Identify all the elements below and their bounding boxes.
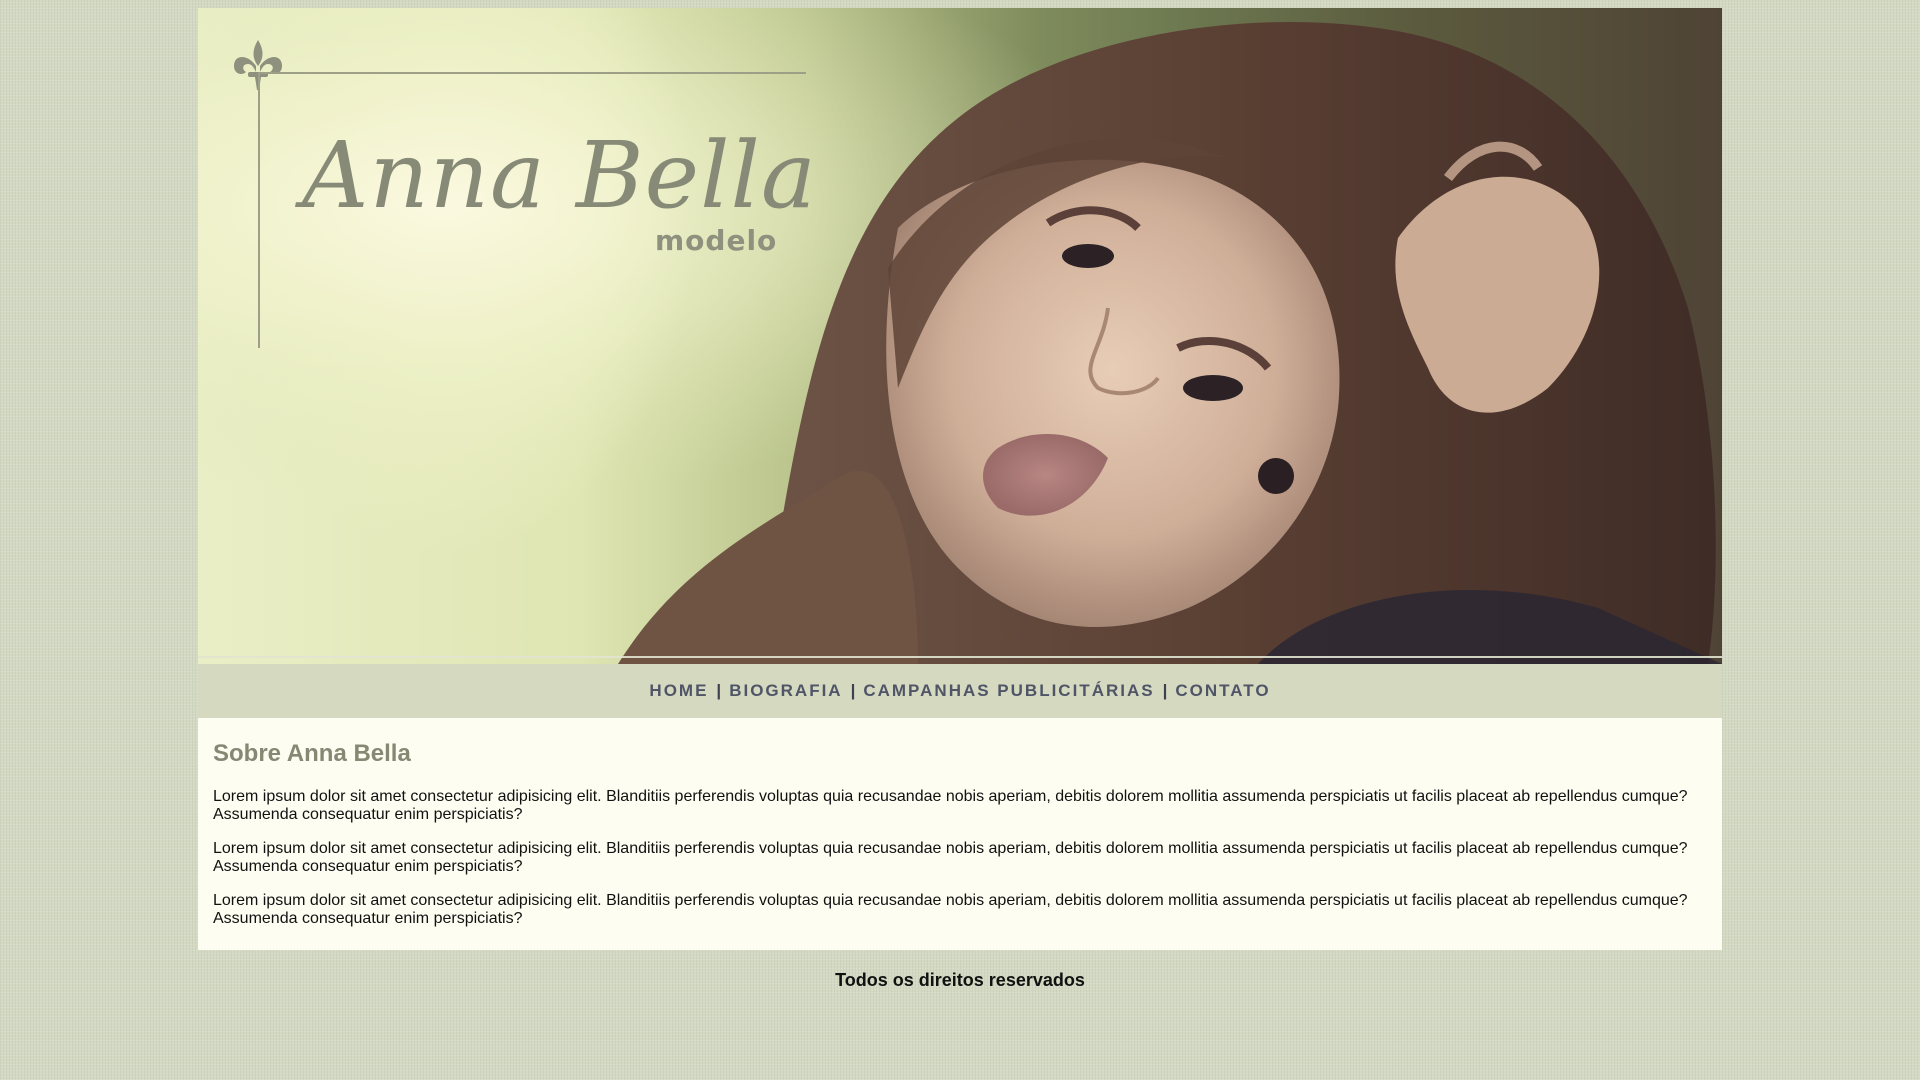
body-paragraph: Lorem ipsum dolor sit amet consectetur a… — [213, 892, 1688, 927]
body-paragraph: Lorem ipsum dolor sit amet consectetur a… — [213, 840, 1688, 875]
banner-divider — [198, 656, 1722, 658]
logo-frame-vertical-line — [258, 72, 260, 348]
nav-separator: | — [1162, 681, 1168, 700]
logo-subtitle: modelo — [655, 224, 778, 257]
main-content: Sobre Anna Bella Lorem ipsum dolor sit a… — [198, 718, 1722, 950]
logo-name: Anna Bella — [302, 122, 817, 229]
nav-link-contato[interactable]: CONTATO — [1175, 681, 1270, 701]
nav-separator: | — [716, 681, 722, 700]
body-paragraph: Lorem ipsum dolor sit amet consectetur a… — [213, 788, 1688, 823]
model-portrait-image — [198, 8, 1722, 664]
page-container: Anna Bella modelo HOME | BIOGRAFIA | CAM… — [198, 8, 1722, 991]
nav-link-home[interactable]: HOME — [649, 681, 708, 701]
page-title: Sobre Anna Bella — [213, 740, 411, 767]
nav-link-biografia[interactable]: BIOGRAFIA — [729, 681, 842, 701]
logo-frame-horizontal-line — [258, 72, 806, 74]
nav-link-campanhas[interactable]: CAMPANHAS PUBLICITÁRIAS — [863, 681, 1154, 701]
main-navigation: HOME | BIOGRAFIA | CAMPANHAS PUBLICITÁRI… — [198, 664, 1722, 718]
footer-copyright: Todos os direitos reservados — [835, 970, 1085, 990]
nav-separator: | — [850, 681, 856, 700]
header-banner: Anna Bella modelo — [198, 8, 1722, 664]
